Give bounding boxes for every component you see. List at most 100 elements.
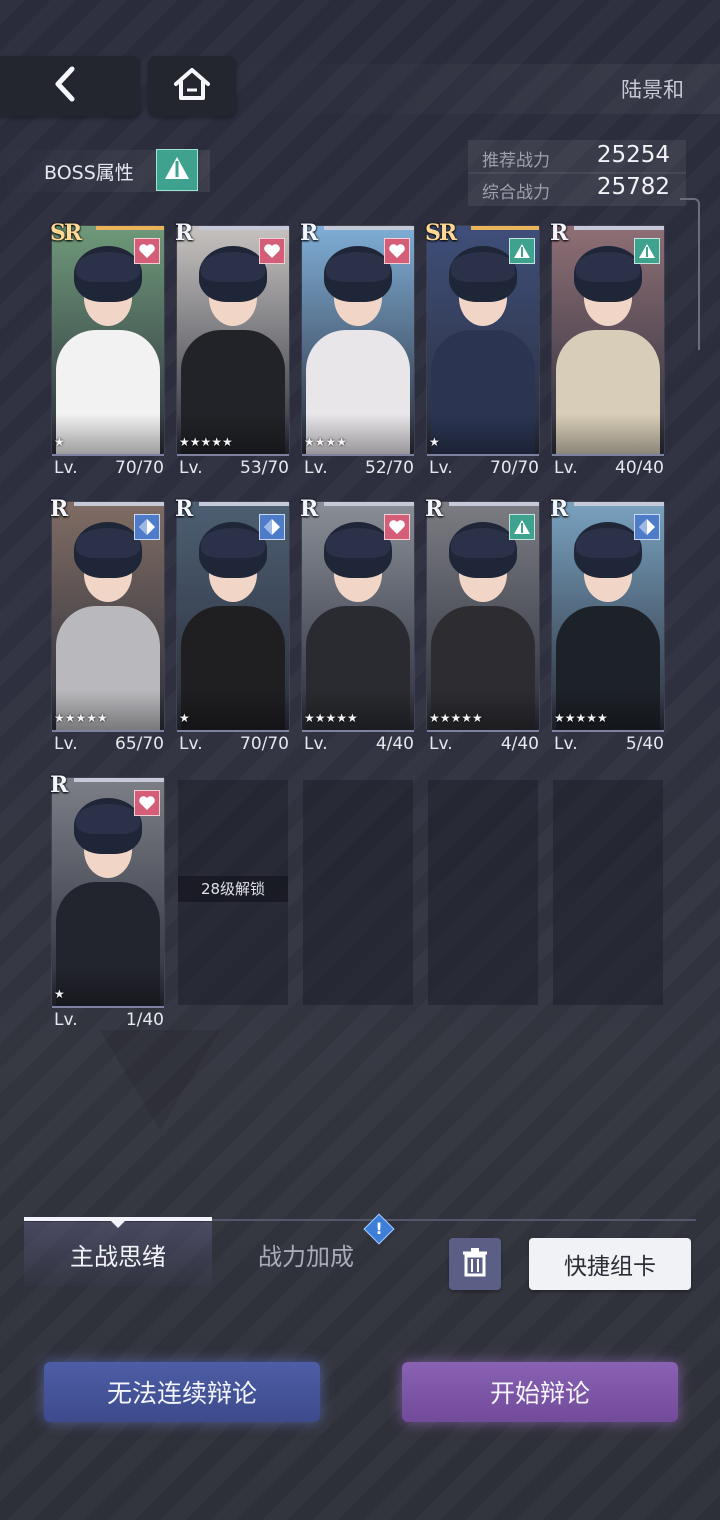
recommended-power-value: 25254 [596, 142, 670, 168]
star-rating: ★★★★★ [304, 711, 358, 725]
tab-label: 战力加成 [258, 1242, 354, 1271]
back-button[interactable] [0, 56, 140, 116]
star-rating: ★★★★★ [554, 711, 608, 725]
triangle-badge-icon [509, 238, 535, 264]
portrait-fringe [326, 528, 390, 558]
rarity-strip [74, 778, 164, 782]
rarity-strip [574, 502, 664, 506]
rarity-strip [449, 502, 539, 506]
rarity-strip [74, 502, 164, 506]
quick-deck-button[interactable]: 快捷组卡 [529, 1238, 691, 1290]
level-row: Lv. 1/40 [52, 1010, 164, 1032]
character-card[interactable]: SR ★ Lv. 70/70 [50, 220, 164, 478]
rarity-strip [324, 502, 414, 506]
rarity-strip [199, 502, 289, 506]
heart-badge-icon [134, 238, 160, 264]
level-value: 40/40 [615, 458, 664, 478]
character-card[interactable]: R ★ Lv. 1/40 [50, 772, 164, 1030]
rarity-label: R [550, 496, 568, 522]
triangle-badge-icon [634, 238, 660, 264]
start-debate-button[interactable]: 开始辩论 [402, 1362, 678, 1422]
star-rating: ★★★★★ [54, 711, 108, 725]
star-rating: ★ [179, 711, 190, 725]
level-divider [52, 454, 164, 456]
heart-badge-icon [384, 238, 410, 264]
level-divider [552, 730, 664, 732]
rarity-label: R [300, 496, 318, 522]
portrait-fringe [76, 252, 140, 282]
level-row: Lv. 5/40 [552, 734, 664, 756]
rarity-label: R [50, 496, 68, 522]
character-card[interactable]: R ★★★★★ Lv. 4/40 [300, 496, 414, 754]
level-value: 70/70 [240, 734, 289, 754]
empty-slot[interactable] [553, 780, 663, 1005]
character-card[interactable]: R ★★★★ Lv. 52/70 [300, 220, 414, 478]
character-card[interactable]: SR ★ Lv. 70/70 [425, 220, 539, 478]
rarity-label: SR [50, 220, 82, 246]
level-value: 70/70 [490, 458, 539, 478]
portrait-shade [552, 414, 664, 454]
level-row: Lv. 70/70 [427, 458, 539, 480]
total-power-value: 25782 [596, 174, 670, 200]
total-power: 综合战力 25782 [468, 172, 686, 206]
level-row: Lv. 40/40 [552, 458, 664, 480]
character-card[interactable]: R ★★★★★ Lv. 4/40 [425, 496, 539, 754]
level-row: Lv. 70/70 [177, 734, 289, 756]
portrait-shade [177, 690, 289, 730]
character-card[interactable]: R ★★★★★ Lv. 5/40 [550, 496, 664, 754]
heart-badge-icon [134, 790, 160, 816]
portrait-fringe [451, 528, 515, 558]
recommended-power: 推荐战力 25254 [468, 140, 686, 174]
level-label: Lv. [54, 734, 78, 754]
tab-main-thoughts[interactable]: 主战思绪 [24, 1222, 212, 1286]
star-rating: ★ [54, 987, 65, 1001]
level-value: 65/70 [115, 734, 164, 754]
portrait-fringe [326, 252, 390, 282]
portrait-shade [427, 414, 539, 454]
empty-slot[interactable] [428, 780, 538, 1005]
star-rating: ★ [54, 435, 65, 449]
locked-slot[interactable]: 28级解锁 [178, 780, 288, 1005]
portrait-fringe [76, 804, 140, 834]
delete-button[interactable] [449, 1238, 501, 1290]
level-value: 53/70 [240, 458, 289, 478]
rarity-strip [574, 226, 664, 230]
level-label: Lv. [304, 734, 328, 754]
character-card[interactable]: R ★★★★★ Lv. 53/70 [175, 220, 289, 478]
portrait-shade [52, 966, 164, 1006]
boss-attribute-badge[interactable] [156, 149, 198, 191]
active-tab-pointer [110, 1220, 126, 1228]
star-rating: ★★★★ [304, 435, 348, 449]
rarity-strip [324, 226, 414, 230]
empty-slot[interactable] [303, 780, 413, 1005]
portrait-fringe [201, 252, 265, 282]
character-card[interactable]: R ★★★★★ Lv. 65/70 [50, 496, 164, 754]
level-value: 4/40 [500, 734, 539, 754]
level-row: Lv. 53/70 [177, 458, 289, 480]
boss-attribute-label: BOSS属性 [44, 162, 134, 184]
level-row: Lv. 70/70 [52, 458, 164, 480]
unlock-level-label: 28级解锁 [178, 876, 288, 902]
cannot-continue-debate-button[interactable]: 无法连续辩论 [44, 1362, 320, 1422]
level-divider [52, 730, 164, 732]
rarity-label: R [300, 220, 318, 246]
level-divider [52, 1006, 164, 1008]
portrait-fringe [576, 528, 640, 558]
level-value: 4/40 [375, 734, 414, 754]
level-row: Lv. 4/40 [302, 734, 414, 756]
total-power-label: 综合战力 [482, 183, 550, 203]
level-divider [177, 730, 289, 732]
trash-icon [460, 1246, 490, 1282]
portrait-fringe [201, 528, 265, 558]
rarity-strip [199, 226, 289, 230]
home-icon [172, 66, 212, 106]
level-label: Lv. [54, 1010, 78, 1030]
character-card[interactable]: R ★ Lv. 70/70 [175, 496, 289, 754]
home-button[interactable] [148, 56, 236, 116]
level-value: 70/70 [115, 458, 164, 478]
decorative-connector [680, 198, 700, 350]
character-card[interactable]: R Lv. 40/40 [550, 220, 664, 478]
level-label: Lv. [554, 734, 578, 754]
diamond-badge-icon [259, 514, 285, 540]
level-row: Lv. 65/70 [52, 734, 164, 756]
